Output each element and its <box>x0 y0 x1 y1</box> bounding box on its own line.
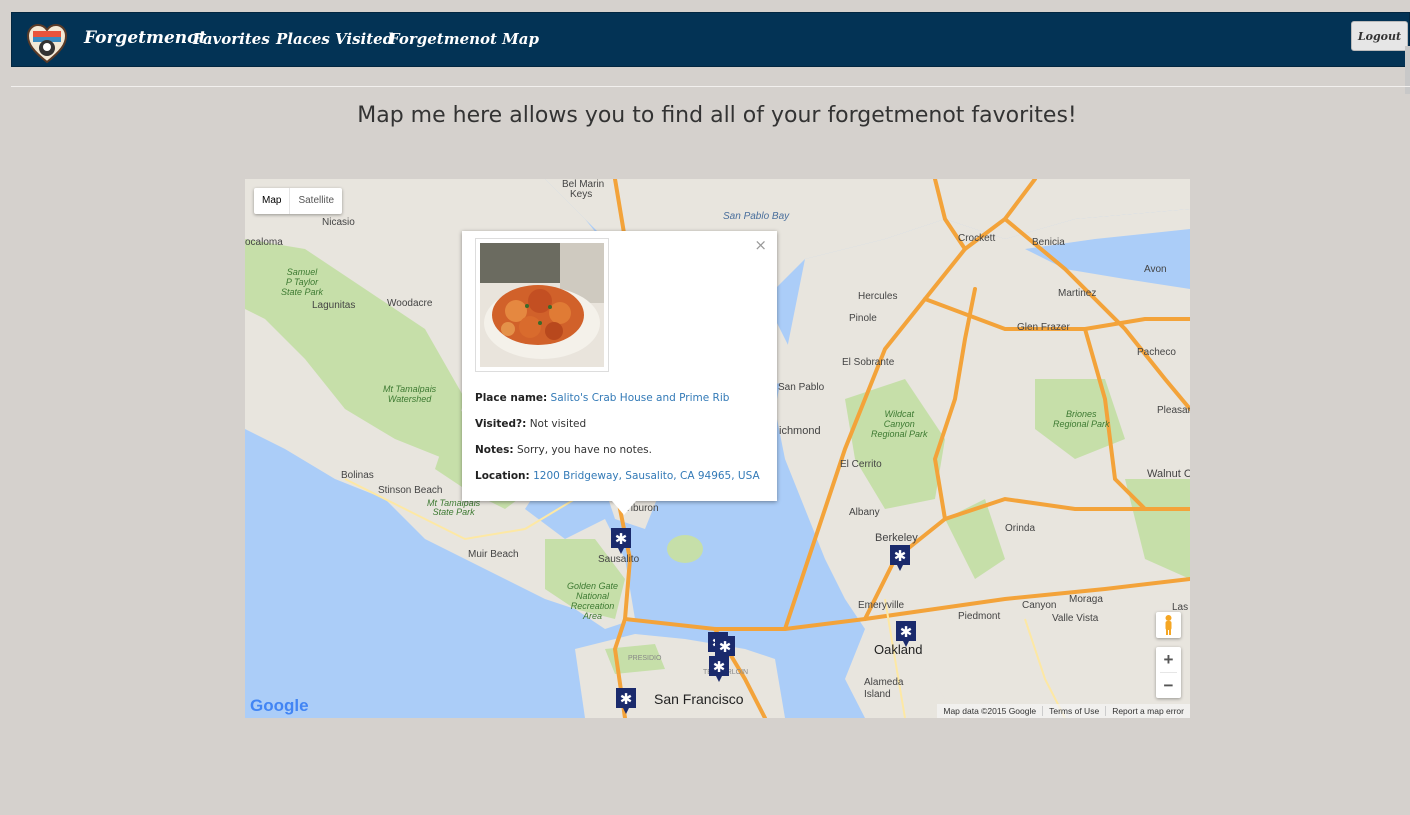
location-label: Location: <box>475 470 530 482</box>
map-label-keys: Keys <box>570 189 593 200</box>
visited-label: Visited?: <box>475 418 527 430</box>
map-label-ggnra: Golden Gate National Recreation Area <box>567 581 619 621</box>
logout-button[interactable]: Logout <box>1351 21 1408 51</box>
map-label-albany: Albany <box>849 507 880 518</box>
map-label-richmond: ichmond <box>779 425 821 437</box>
map-label-san-pablo-bay: San Pablo Bay <box>723 211 790 222</box>
svg-text:✱: ✱ <box>894 547 907 565</box>
map-type-satellite-button[interactable]: Satellite <box>290 188 342 214</box>
nav-favorites[interactable]: Favorites <box>193 30 270 48</box>
map-label-muir-beach: Muir Beach <box>468 549 519 560</box>
visited-row: Visited?: Not visited <box>475 418 586 430</box>
map-label-nicasio: Nicasio <box>322 217 355 228</box>
report-map-error-link[interactable]: Report a map error <box>1105 706 1190 716</box>
map-type-control: Map Satellite <box>254 188 343 214</box>
notes-label: Notes: <box>475 444 514 456</box>
map-label-stinson-beach: Stinson Beach <box>378 485 443 496</box>
page-headline: Map me here allows you to find all of yo… <box>357 103 1077 128</box>
google-logo-text: Google <box>250 696 309 715</box>
place-name-label: Place name: <box>475 392 548 404</box>
place-photo <box>475 238 609 372</box>
nav-places-visited[interactable]: Places Visited <box>276 30 393 48</box>
divider <box>11 86 1410 87</box>
map-label-mt-tam-state-park: Mt Tamalpais State Park <box>427 498 481 517</box>
map-label-presidio: PRESIDIO <box>628 655 662 662</box>
map-label-moraga: Moraga <box>1069 594 1103 605</box>
map-marker-icon[interactable]: ✱ <box>889 544 911 572</box>
nav-forgetmenot-map[interactable]: Forgetmenot Map <box>389 30 539 48</box>
map-label-briones: Briones Regional Park <box>1053 409 1110 429</box>
map-label-pleasant: Pleasant <box>1157 405 1190 416</box>
place-name-row: Place name: Salito's Crab House and Prim… <box>475 392 729 404</box>
map-label-martinez: Martinez <box>1058 288 1097 299</box>
google-map[interactable]: Bel Marin Keys San Pablo Bay Nicasio oca… <box>245 179 1190 718</box>
map-label-san-pablo: San Pablo <box>778 382 825 393</box>
map-type-map-button[interactable]: Map <box>254 188 291 214</box>
map-label-el-cerrito: El Cerrito <box>840 459 882 470</box>
map-label-alameda: Alameda Island <box>864 677 904 700</box>
svg-text:✱: ✱ <box>719 638 732 656</box>
navbar: Forgetmenot Favorites Places Visited For… <box>11 12 1410 67</box>
map-data-text: Map data ©2015 Google <box>943 706 1037 716</box>
map-label-canyon: Canyon <box>1022 600 1057 611</box>
google-logo[interactable]: Google <box>250 696 309 716</box>
terms-of-use-link[interactable]: Terms of Use <box>1042 706 1105 716</box>
map-label-pinole: Pinole <box>849 313 877 324</box>
map-label-woodacre: Woodacre <box>387 298 433 309</box>
map-label-san-francisco: San Francisco <box>654 691 744 707</box>
svg-text:✱: ✱ <box>713 658 726 676</box>
notes-value: Sorry, you have no notes. <box>516 444 652 456</box>
info-window-tail <box>612 501 636 515</box>
map-marker-icon[interactable]: ✱ <box>615 687 637 715</box>
map-label-avon: Avon <box>1144 264 1167 275</box>
pegman-icon <box>1165 615 1172 635</box>
map-label-walnut-creek: Walnut Cr <box>1147 468 1190 480</box>
map-attribution: Map data ©2015 Google Terms of Use Repor… <box>937 704 1190 718</box>
brand-link[interactable]: Forgetmenot <box>84 28 206 48</box>
map-marker-icon[interactable]: ✱ <box>895 620 917 648</box>
map-label-valle-vista: Valle Vista <box>1052 613 1099 624</box>
food-photo-image <box>480 243 604 367</box>
street-view-pegman-icon[interactable] <box>1156 612 1181 638</box>
zoom-in-button[interactable]: + <box>1156 647 1181 672</box>
location-link[interactable]: 1200 Bridgeway, Sausalito, CA 94965, USA <box>533 470 760 482</box>
map-label-orinda: Orinda <box>1005 523 1036 534</box>
svg-text:✱: ✱ <box>615 530 628 548</box>
map-label-berkeley: Berkeley <box>875 532 918 544</box>
map-label-sausalito: Sausalito <box>598 554 640 565</box>
map-label-olema: ocaloma <box>245 237 283 248</box>
heart-logo-icon[interactable] <box>27 24 67 64</box>
zoom-control: + − <box>1156 647 1181 698</box>
map-label-hercules: Hercules <box>858 291 898 302</box>
close-icon[interactable]: × <box>754 236 767 254</box>
info-window: × Place name: Salito's Crab House and Pr… <box>462 231 777 515</box>
map-marker-icon[interactable]: ✱ <box>708 655 730 683</box>
map-label-wildcat-canyon: Wildcat Canyon Regional Park <box>871 409 928 439</box>
notes-row: Notes: Sorry, you have no notes. <box>475 444 652 456</box>
map-label-bolinas: Bolinas <box>341 470 374 481</box>
visited-value: Not visited <box>529 418 587 430</box>
map-label-glen-frazer: Glen Frazer <box>1017 322 1070 333</box>
map-label-samuel-taylor: Samuel P Taylor State Park <box>281 267 324 297</box>
map-label-piedmont: Piedmont <box>958 611 1001 622</box>
svg-text:✱: ✱ <box>900 623 913 641</box>
map-marker-icon[interactable]: ✱ <box>610 527 632 555</box>
map-label-mt-tam-watershed: Mt Tamalpais Watershed <box>383 384 437 404</box>
place-name-link[interactable]: Salito's Crab House and Prime Rib <box>551 392 730 404</box>
map-label-crockett: Crockett <box>958 233 996 244</box>
location-row: Location: 1200 Bridgeway, Sausalito, CA … <box>475 470 760 482</box>
map-label-el-sobrante: El Sobrante <box>842 357 895 368</box>
map-label-pacheco: Pacheco <box>1137 347 1176 358</box>
svg-text:✱: ✱ <box>620 690 633 708</box>
zoom-out-button[interactable]: − <box>1156 673 1181 698</box>
map-label-benicia: Benicia <box>1032 237 1065 248</box>
map-label-lagunitas: Lagunitas <box>312 300 356 311</box>
map-label-emeryville: Emeryville <box>858 600 905 611</box>
